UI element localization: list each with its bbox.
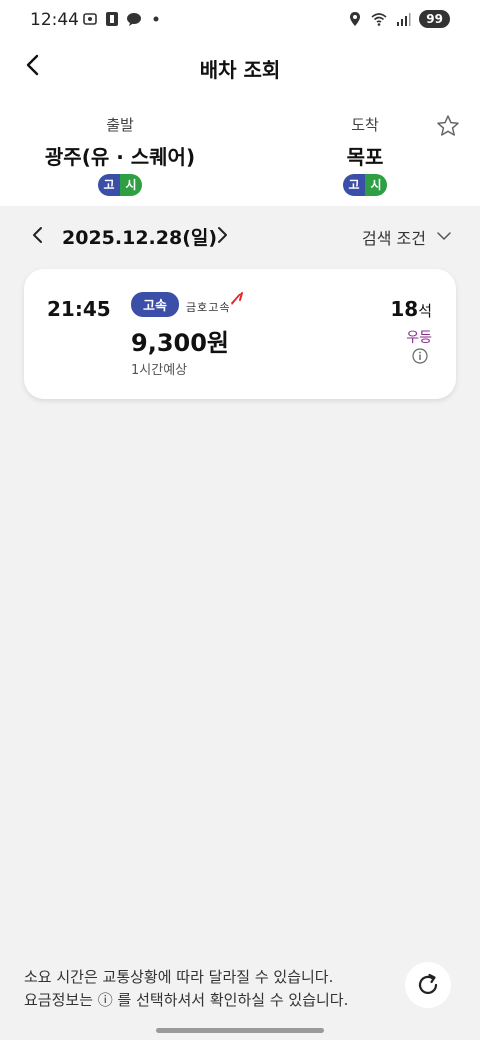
departure-time: 21:45 xyxy=(47,297,111,321)
departure-name: 광주(유 · 스퀘어) xyxy=(44,145,196,169)
arrival-name: 목포 xyxy=(346,145,384,169)
estimated-duration: 1시간예상 xyxy=(131,363,188,378)
talk-icon xyxy=(127,13,141,26)
express-badge: 고 xyxy=(98,174,120,196)
status-time: 12:44 xyxy=(30,10,79,30)
status-icons-left xyxy=(82,11,164,27)
fare-info-note: 요금정보는 ⓘ 를 선택하셔서 확인하실 수 있습니다. xyxy=(24,991,349,1009)
info-icon[interactable] xyxy=(412,348,428,364)
express-badge: 고 xyxy=(343,174,365,196)
previous-date-chevron-icon[interactable] xyxy=(28,225,48,245)
dot-icon xyxy=(153,16,159,22)
wifi-icon xyxy=(371,13,387,26)
intercity-badge: 시 xyxy=(365,174,387,196)
bus-grade: 우등 xyxy=(406,330,432,346)
screenshot-icon xyxy=(83,13,97,25)
departure-label: 출발 xyxy=(106,116,134,134)
remaining-seats: 18석 xyxy=(390,297,432,321)
departure-terminal[interactable]: 출발 광주(유 · 스퀘어) 고 시 xyxy=(20,114,220,196)
company-logo-mark-icon xyxy=(231,292,243,305)
arrival-label: 도착 xyxy=(351,116,379,134)
departure-type-badges: 고 시 xyxy=(98,174,142,196)
battery-indicator: 99 xyxy=(419,10,450,28)
b-app-icon xyxy=(106,12,118,26)
status-icons-right: 99 xyxy=(347,10,450,28)
intercity-badge: 시 xyxy=(120,174,142,196)
chevron-down-icon[interactable] xyxy=(436,228,452,244)
date-bar: 2025.12.28(일) 검색 조건 xyxy=(0,220,480,254)
search-filter-button[interactable]: 검색 조건 xyxy=(362,225,426,249)
location-icon xyxy=(350,12,361,26)
selected-date[interactable]: 2025.12.28(일) xyxy=(62,223,217,250)
seat-count: 18 xyxy=(390,297,419,321)
bus-company: 금호고속 xyxy=(186,301,231,314)
footer-notes: 소요 시간은 교통상황에 따라 달라질 수 있습니다. 요금정보는 ⓘ 를 선택… xyxy=(24,966,348,1012)
next-date-chevron-icon[interactable] xyxy=(212,225,232,245)
refresh-button[interactable] xyxy=(405,962,451,1008)
bus-type-badge: 고속 xyxy=(131,292,179,317)
bus-schedule-card[interactable]: 21:45 고속 금호고속 9,300원 1시간예상 18석 우등 xyxy=(24,269,456,399)
favorite-star-icon[interactable] xyxy=(436,114,460,138)
home-indicator[interactable] xyxy=(156,1028,324,1033)
seat-unit: 석 xyxy=(418,302,432,320)
refresh-icon xyxy=(418,973,438,994)
arrival-type-badges: 고 시 xyxy=(343,174,387,196)
arrival-terminal[interactable]: 도착 목포 고 시 xyxy=(270,114,460,196)
fare: 9,300원 xyxy=(131,329,229,357)
page-title: 배차 조회 xyxy=(199,58,281,82)
signal-icon xyxy=(397,13,411,26)
duration-note: 소요 시간은 교통상황에 따라 달라질 수 있습니다. xyxy=(24,968,334,986)
status-bar: 12:44 99 xyxy=(0,0,480,40)
